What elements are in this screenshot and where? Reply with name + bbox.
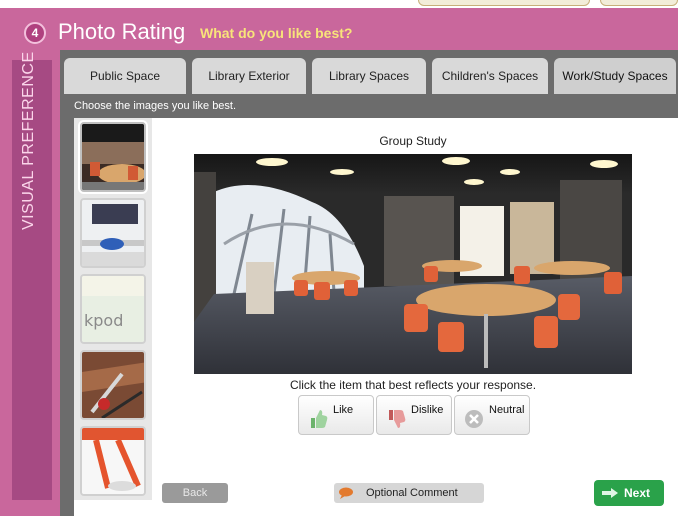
thumbs-down-icon (385, 408, 407, 430)
header: 4 Photo Rating What do you like best? (0, 8, 678, 50)
tab-library-exterior[interactable]: Library Exterior (192, 58, 306, 94)
next-label: Next (624, 486, 651, 500)
step-number-badge: 4 (24, 22, 46, 44)
instructions-text: Choose the images you like best. (74, 100, 237, 112)
tab-childrens-spaces[interactable]: Children's Spaces (432, 58, 548, 94)
top-strip (0, 0, 678, 8)
response-prompt: Click the item that best reflects your r… (289, 378, 537, 392)
optional-comment-button[interactable]: Optional Comment (334, 483, 484, 503)
image-title: Group Study (379, 134, 447, 148)
optional-comment-label: Optional Comment (366, 487, 458, 499)
page-title: Photo Rating (58, 19, 186, 44)
thumbnail-group-study[interactable] (80, 122, 146, 192)
dislike-button[interactable]: Dislike (376, 395, 452, 435)
comment-bubble-icon (338, 487, 354, 499)
top-nav-tab[interactable] (600, 0, 678, 6)
neutral-x-icon (463, 408, 485, 430)
tab-work-study-spaces[interactable]: Work/Study Spaces (554, 58, 676, 94)
page-subtitle: What do you like best? (200, 25, 353, 41)
kpod-thumbnail-text: kpod (84, 311, 123, 330)
neutral-button[interactable]: Neutral (454, 395, 530, 435)
arrow-right-icon (602, 488, 618, 498)
back-button[interactable]: Back (162, 483, 228, 503)
tab-library-spaces[interactable]: Library Spaces (312, 58, 426, 94)
neutral-label: Neutral (489, 404, 525, 416)
sidebar-label: VISUAL PREFERENCE (20, 51, 37, 230)
like-label: Like (333, 404, 354, 416)
top-nav-tab[interactable] (418, 0, 590, 6)
thumbnail-kpod[interactable]: kpod (80, 274, 146, 344)
thumbnail-red-chair[interactable] (80, 426, 146, 496)
group-study-photo (194, 154, 632, 374)
thumbnail-strip: kpod (74, 118, 152, 500)
next-button[interactable]: Next (594, 480, 664, 506)
thumbnail-tools[interactable] (80, 350, 146, 420)
tab-public-space[interactable]: Public Space (64, 58, 186, 94)
thumbs-up-icon (307, 408, 329, 430)
like-button[interactable]: Like (298, 395, 374, 435)
thumbnail-desk[interactable] (80, 198, 146, 268)
dislike-label: Dislike (411, 404, 444, 416)
